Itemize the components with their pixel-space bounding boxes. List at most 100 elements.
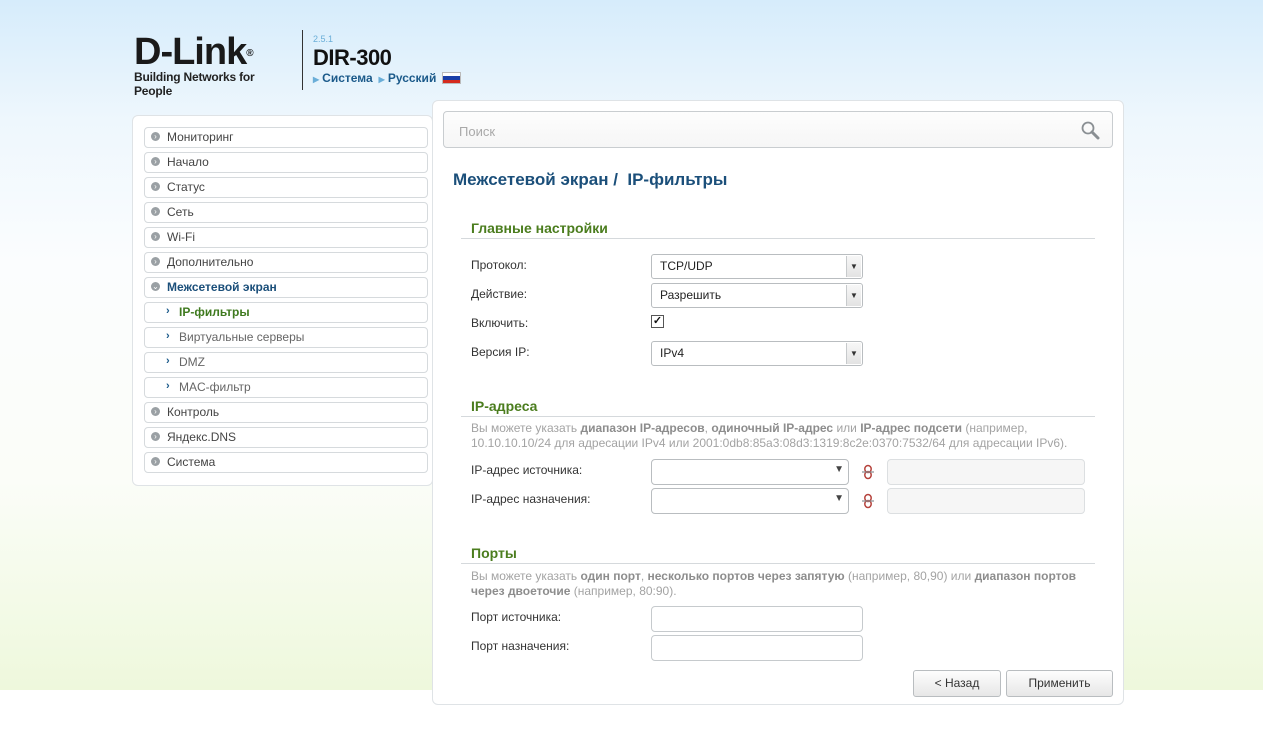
action-select[interactable]: Разрешить ▼ [651, 283, 863, 308]
action-label: Действие: [471, 287, 528, 301]
ip-version-value: IPv4 [660, 346, 685, 360]
hint-bold: несколько портов через запятую [647, 569, 845, 583]
main-settings-title: Главные настройки [471, 220, 608, 236]
sidebar-item-label: Wi-Fi [167, 230, 195, 244]
sidebar-item-виртуальные-серверы[interactable]: › Виртуальные серверы [144, 327, 428, 348]
sidebar-item-контроль[interactable]: › Контроль [144, 402, 428, 423]
ip-version-select[interactable]: IPv4 ▼ [651, 341, 863, 366]
chevron-down-icon: ⌄ [151, 282, 160, 291]
section-divider [461, 416, 1095, 417]
chevron-right-circle-icon: › [151, 257, 160, 266]
chevron-down-icon: ▼ [846, 256, 861, 277]
sidebar-item-label: DMZ [179, 355, 205, 369]
chevron-right-circle-icon: › [151, 232, 160, 241]
sidebar-item-mac-фильтр[interactable]: › MAC-фильтр [144, 377, 428, 398]
hint-text: Вы можете указать [471, 569, 578, 583]
hint-text: , [704, 421, 708, 435]
sidebar-item-label: Сеть [167, 205, 194, 219]
header-links: ▶ Система ▶ Русский [313, 71, 462, 85]
triangle-down-icon: ▼ [834, 464, 844, 475]
sidebar-item-label: Яндекс.DNS [167, 430, 237, 444]
chevron-down-icon: ▼ [846, 343, 861, 364]
source-ip-select[interactable]: ▼ [651, 459, 849, 485]
hint-bold: один порт [580, 569, 641, 583]
logo-text: D-Link [134, 31, 247, 73]
hint-bold: одиночный IP-адрес [711, 421, 834, 435]
dest-ip-select[interactable]: ▼ [651, 488, 849, 514]
sidebar-item-label: Мониторинг [167, 130, 234, 144]
hint-text: или [836, 421, 857, 435]
sidebar-item-сеть[interactable]: › Сеть [144, 202, 428, 223]
logo-tagline: Building Networks for People [134, 70, 255, 98]
dest-ip-label: IP-адрес назначения: [471, 492, 591, 506]
back-button[interactable]: < Назад [913, 670, 1001, 697]
breadcrumb-current: IP-фильтры [627, 170, 728, 189]
enable-label: Включить: [471, 316, 529, 330]
arrow-right-icon: ▶ [313, 75, 320, 84]
sidebar-item-label: Начало [167, 155, 209, 169]
flag-stripe-red [443, 79, 461, 83]
device-model: DIR-300 [313, 45, 392, 70]
sidebar-item-label: Статус [167, 180, 205, 194]
sidebar-item-система[interactable]: › Система [144, 452, 428, 473]
language-link[interactable]: Русский [388, 71, 437, 85]
search-box[interactable] [443, 111, 1113, 148]
chevron-down-icon: ▼ [846, 285, 861, 306]
protocol-select[interactable]: TCP/UDP ▼ [651, 254, 863, 279]
sidebar-item-межсетевой-экран[interactable]: ⌄ Межсетевой экран [144, 277, 428, 298]
search-icon[interactable] [1080, 120, 1100, 140]
action-value: Разрешить [660, 288, 722, 302]
chevron-right-circle-icon: › [151, 457, 160, 466]
header-divider [302, 30, 303, 90]
dlink-logo: D-Link® Building Networks for People [134, 31, 294, 98]
ports-title: Порты [471, 545, 517, 561]
section-divider [461, 563, 1095, 564]
section-divider [461, 238, 1095, 239]
chevron-right-circle-icon: › [151, 157, 160, 166]
dest-port-input[interactable] [651, 635, 863, 661]
hint-text: Вы можете указать [471, 421, 578, 435]
checkmark-icon: ✓ [652, 315, 663, 327]
page-title: Межсетевой экран / IP-фильтры [453, 170, 727, 190]
hint-bold: диапазон IP-адресов [580, 421, 705, 435]
ip-version-label: Версия IP: [471, 345, 530, 359]
search-input[interactable] [457, 120, 1061, 142]
enable-checkbox[interactable]: ✓ [651, 315, 664, 328]
chevron-right-icon: › [166, 305, 170, 317]
hint-text: , [640, 569, 645, 583]
sidebar-item-label: Межсетевой экран [167, 280, 277, 294]
chevron-right-circle-icon: › [151, 132, 160, 141]
sidebar-item-ip-фильтры[interactable]: › IP-фильтры [144, 302, 428, 323]
hint-text: (например, 80,90) или [848, 569, 972, 583]
chevron-right-icon: › [166, 380, 170, 392]
source-ip-field [887, 459, 1085, 485]
ports-hint: Вы можете указать один порт, несколько п… [471, 569, 1091, 599]
chain-link-icon[interactable] [860, 464, 876, 480]
sidebar-item-dmz[interactable]: › DMZ [144, 352, 428, 373]
sidebar-item-label: Система [167, 455, 216, 469]
russia-flag-icon[interactable] [442, 72, 462, 84]
source-ip-label: IP-адрес источника: [471, 463, 583, 477]
sidebar-item-мониторинг[interactable]: › Мониторинг [144, 127, 428, 148]
hint-bold: IP-адрес подсети [860, 421, 963, 435]
apply-button[interactable]: Применить [1006, 670, 1113, 697]
registered-mark: ® [246, 48, 253, 59]
sidebar-item-яндекс-dns[interactable]: › Яндекс.DNS [144, 427, 428, 448]
chevron-right-icon: › [166, 355, 170, 367]
dest-ip-field [887, 488, 1085, 514]
source-port-input[interactable] [651, 606, 863, 632]
chevron-right-circle-icon: › [151, 182, 160, 191]
system-link[interactable]: Система [322, 71, 373, 85]
sidebar-item-label: Контроль [167, 405, 220, 419]
protocol-label: Протокол: [471, 258, 527, 272]
hint-text: (например, 80:90). [573, 584, 677, 598]
sidebar-item-wi-fi[interactable]: › Wi-Fi [144, 227, 428, 248]
sidebar-item-статус[interactable]: › Статус [144, 177, 428, 198]
chain-link-icon[interactable] [860, 493, 876, 509]
sidebar-item-начало[interactable]: › Начало [144, 152, 428, 173]
sidebar-item-дополнительно[interactable]: › Дополнительно [144, 252, 428, 273]
chevron-right-icon: › [166, 330, 170, 342]
ip-addresses-hint: Вы можете указать диапазон IP-адресов, о… [471, 421, 1091, 451]
chevron-right-circle-icon: › [151, 407, 160, 416]
firmware-version: 2.5.1 [313, 34, 334, 44]
